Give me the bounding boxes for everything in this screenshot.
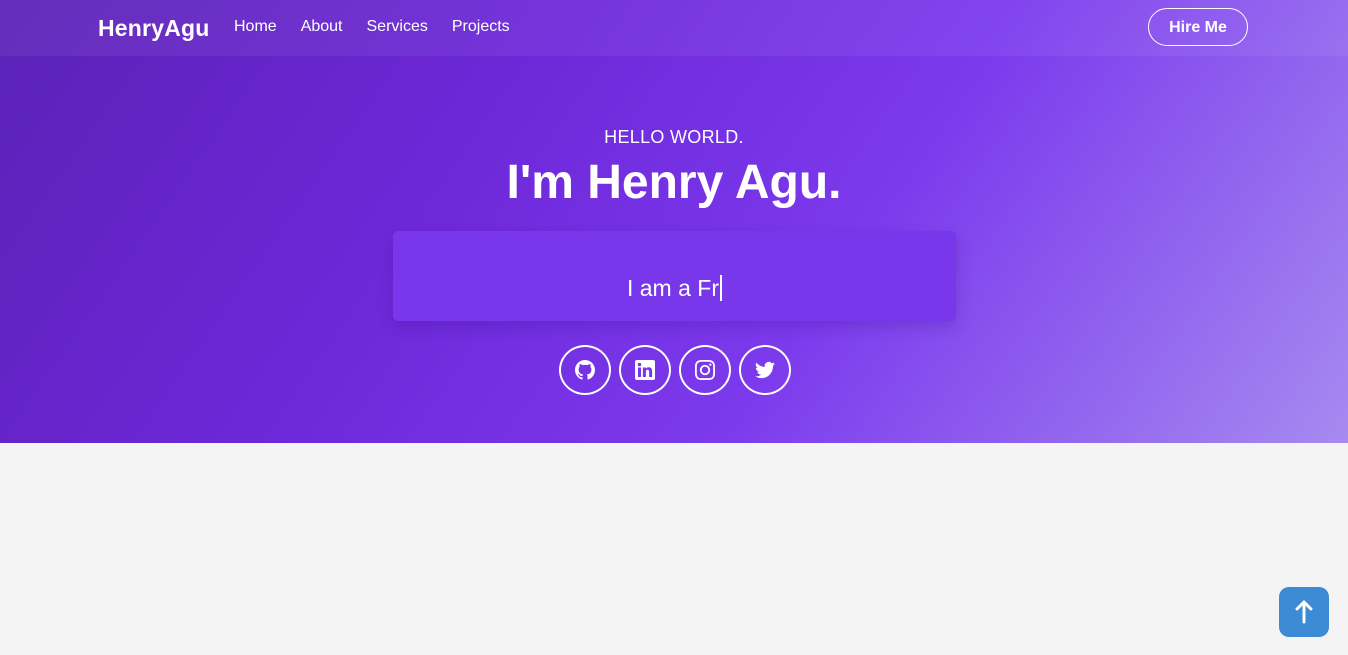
github-link[interactable] — [559, 345, 611, 395]
typewriter-caret — [720, 274, 722, 301]
nav-link-services[interactable]: Services — [367, 18, 428, 36]
scroll-to-top-button[interactable] — [1279, 587, 1329, 637]
hire-me-button[interactable]: Hire Me — [1148, 8, 1248, 46]
nav-link-projects[interactable]: Projects — [452, 18, 510, 36]
navbar: HenryAgu Home About Services Projects Hi… — [0, 0, 1348, 56]
hero-section: HenryAgu Home About Services Projects Hi… — [0, 0, 1348, 443]
social-links — [559, 345, 791, 395]
github-icon — [575, 360, 595, 380]
instagram-icon — [695, 360, 715, 380]
nav-links: Home About Services Projects — [234, 18, 534, 36]
hero-headline: I'm Henry Agu. — [506, 156, 842, 209]
typewriter-line: I am a Fr — [626, 274, 722, 302]
twitter-icon — [755, 361, 775, 379]
twitter-link[interactable] — [739, 345, 791, 395]
hero-greeting: HELLO WORLD. — [604, 127, 744, 147]
arrow-up-icon — [1295, 600, 1313, 624]
instagram-link[interactable] — [679, 345, 731, 395]
nav-link-about[interactable]: About — [301, 18, 343, 36]
linkedin-link[interactable] — [619, 345, 671, 395]
brand-logo[interactable]: HenryAgu — [98, 15, 210, 42]
typewriter-box: I am a Fr — [393, 231, 956, 321]
typewriter-text: I am a Fr — [626, 274, 719, 301]
nav-link-home[interactable]: Home — [234, 18, 277, 36]
linkedin-icon — [635, 360, 655, 380]
